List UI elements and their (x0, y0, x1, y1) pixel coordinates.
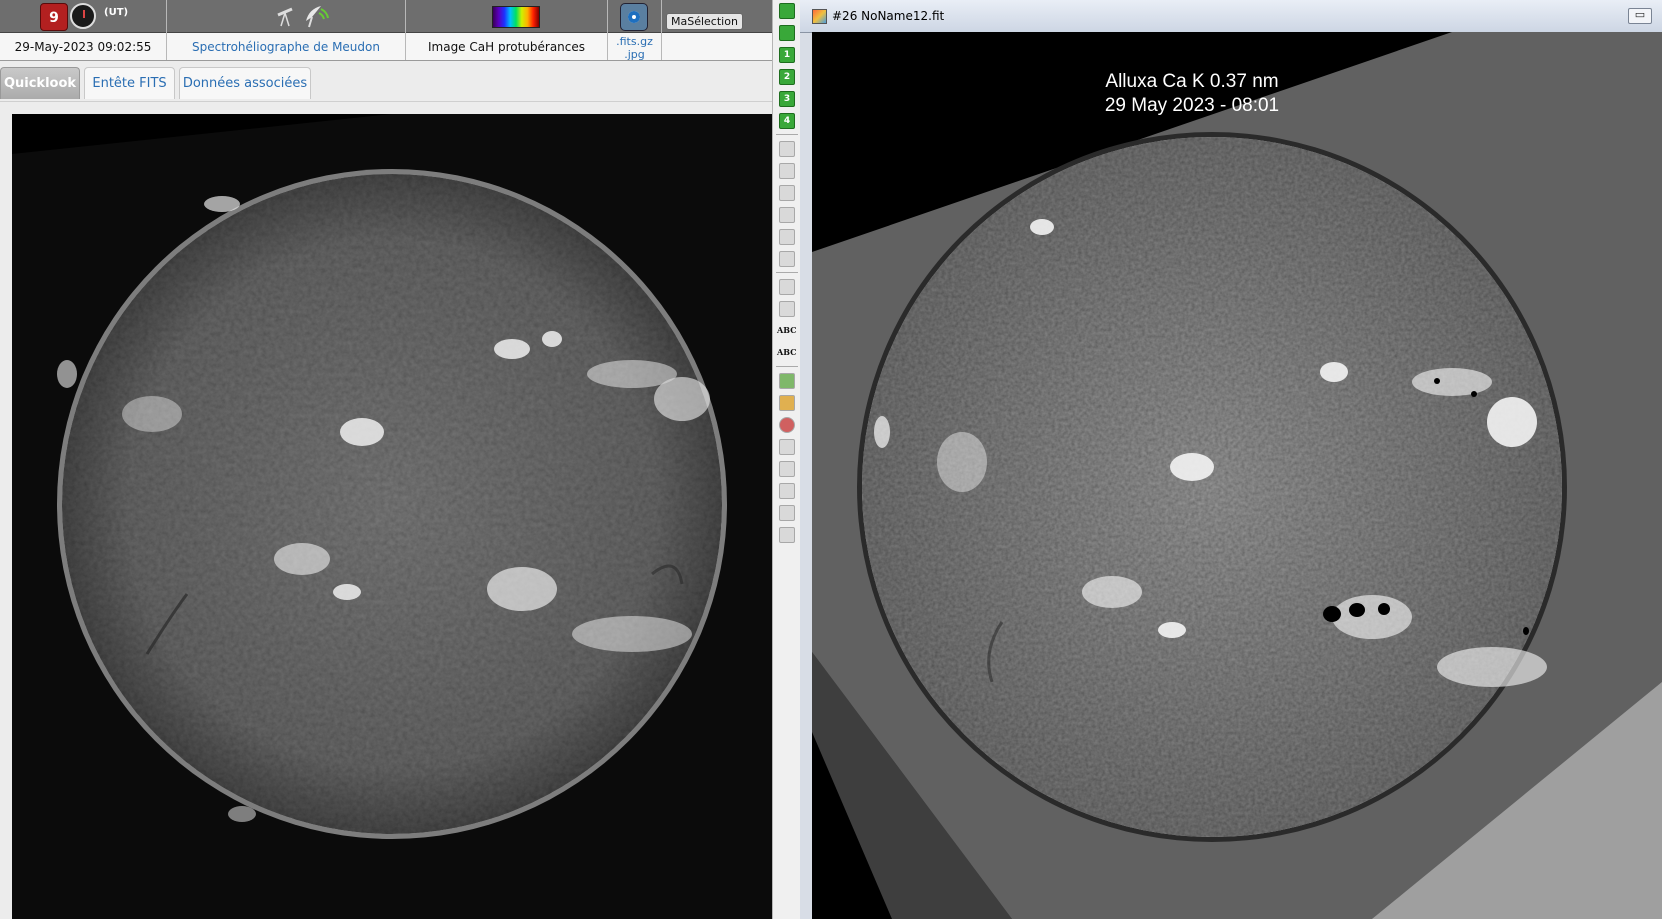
play-tool-icon[interactable] (779, 25, 795, 41)
caption-date: 29 May 2023 - 08:01 (1104, 95, 1280, 116)
calendar-icon: 9 (40, 3, 68, 31)
view-eye-icon[interactable] (620, 3, 648, 31)
image-type-value: Image CaH protubérances (406, 33, 607, 60)
datetime-value: 29-May-2023 09:02:55 (0, 33, 166, 60)
rgb-channels-icon[interactable] (779, 417, 795, 433)
observation-header-table: 9 (UT) 29-May-2023 09:02:55 Spectrohélio… (0, 0, 772, 61)
color-map-icon[interactable] (779, 373, 795, 389)
tab-fits-header[interactable]: Entête FITS (84, 67, 175, 99)
preset-1-button[interactable]: 1 (779, 47, 795, 63)
image-type-cell: Image CaH protubérances (406, 0, 608, 60)
fit-image-window: #26 NoName12.fit ▭ Alluxa Ca K 0.37 nm 2… (800, 0, 1662, 919)
radio-dish-icon (306, 6, 329, 28)
marker-tool-icon[interactable] (779, 163, 795, 179)
instrument-link[interactable]: Spectrohéliographe de Meudon (167, 33, 405, 60)
my-selection-button[interactable]: MaSélection (666, 13, 743, 30)
image-tool-strip: 1 2 3 4 ABC ABC (772, 0, 802, 919)
instrument-cell: Spectrohéliographe de Meudon (167, 0, 406, 60)
histogram-tool-icon[interactable] (779, 185, 795, 201)
table-tool-icon[interactable] (779, 251, 795, 267)
download-jpg-link[interactable]: .jpg (624, 48, 645, 61)
profile-tool-icon[interactable] (779, 207, 795, 223)
restore-window-button[interactable]: ▭ (1628, 8, 1652, 24)
disabled-tool-icon (779, 439, 795, 455)
quicklook-solar-image (12, 114, 772, 919)
zoom-tool-icon[interactable] (779, 141, 795, 157)
datetime-cell: 9 (UT) 29-May-2023 09:02:55 (0, 0, 167, 60)
disabled-tool-icon (779, 505, 795, 521)
tab-quicklook[interactable]: Quicklook (0, 67, 80, 99)
grid-tool-icon[interactable] (779, 229, 795, 245)
disabled-tool-icon (779, 483, 795, 499)
cak-solar-image: Alluxa Ca K 0.37 nm 29 May 2023 - 08:01 (812, 32, 1662, 919)
selection-cell: MaSélection (662, 0, 772, 60)
curve-tool-icon[interactable] (779, 279, 795, 295)
image-caption: Alluxa Ca K 0.37 nm 29 May 2023 - 08:01 (812, 70, 1572, 118)
caption-filter: Alluxa Ca K 0.37 nm (1105, 71, 1279, 92)
preset-4-button[interactable]: 4 (779, 113, 795, 129)
disabled-tool-icon (779, 461, 795, 477)
download-cell: .fits.gz .jpg (608, 0, 662, 61)
palette-icon[interactable] (779, 395, 795, 411)
solar-archive-panel: 9 (UT) 29-May-2023 09:02:55 Spectrohélio… (0, 0, 772, 919)
sun-disk-cak-image (812, 32, 1662, 919)
selection-rect-icon[interactable] (779, 301, 795, 317)
fit-file-icon (812, 9, 827, 24)
fit-window-titlebar[interactable]: #26 NoName12.fit ▭ (800, 0, 1662, 33)
preset-3-button[interactable]: 3 (779, 91, 795, 107)
sun-disk-cah-image (12, 114, 772, 919)
text-tool-icon[interactable]: ABC (777, 323, 796, 337)
solar-disk (62, 174, 722, 834)
ut-label: (UT) (104, 7, 129, 18)
stop-tool-icon[interactable] (779, 3, 795, 19)
tab-bar: Quicklook Entête FITS Données associées (0, 61, 772, 102)
tab-associated-data[interactable]: Données associées (179, 67, 311, 99)
telescope-icon (277, 7, 293, 27)
preset-2-button[interactable]: 2 (779, 69, 795, 85)
download-fits-link[interactable]: .fits.gz (616, 35, 653, 48)
fit-window-title: #26 NoName12.fit (832, 9, 945, 23)
text-edit-tool-icon[interactable]: ABC (777, 345, 796, 359)
spectrum-icon (492, 6, 540, 28)
disabled-tool-icon (779, 527, 795, 543)
clock-icon (70, 3, 96, 29)
